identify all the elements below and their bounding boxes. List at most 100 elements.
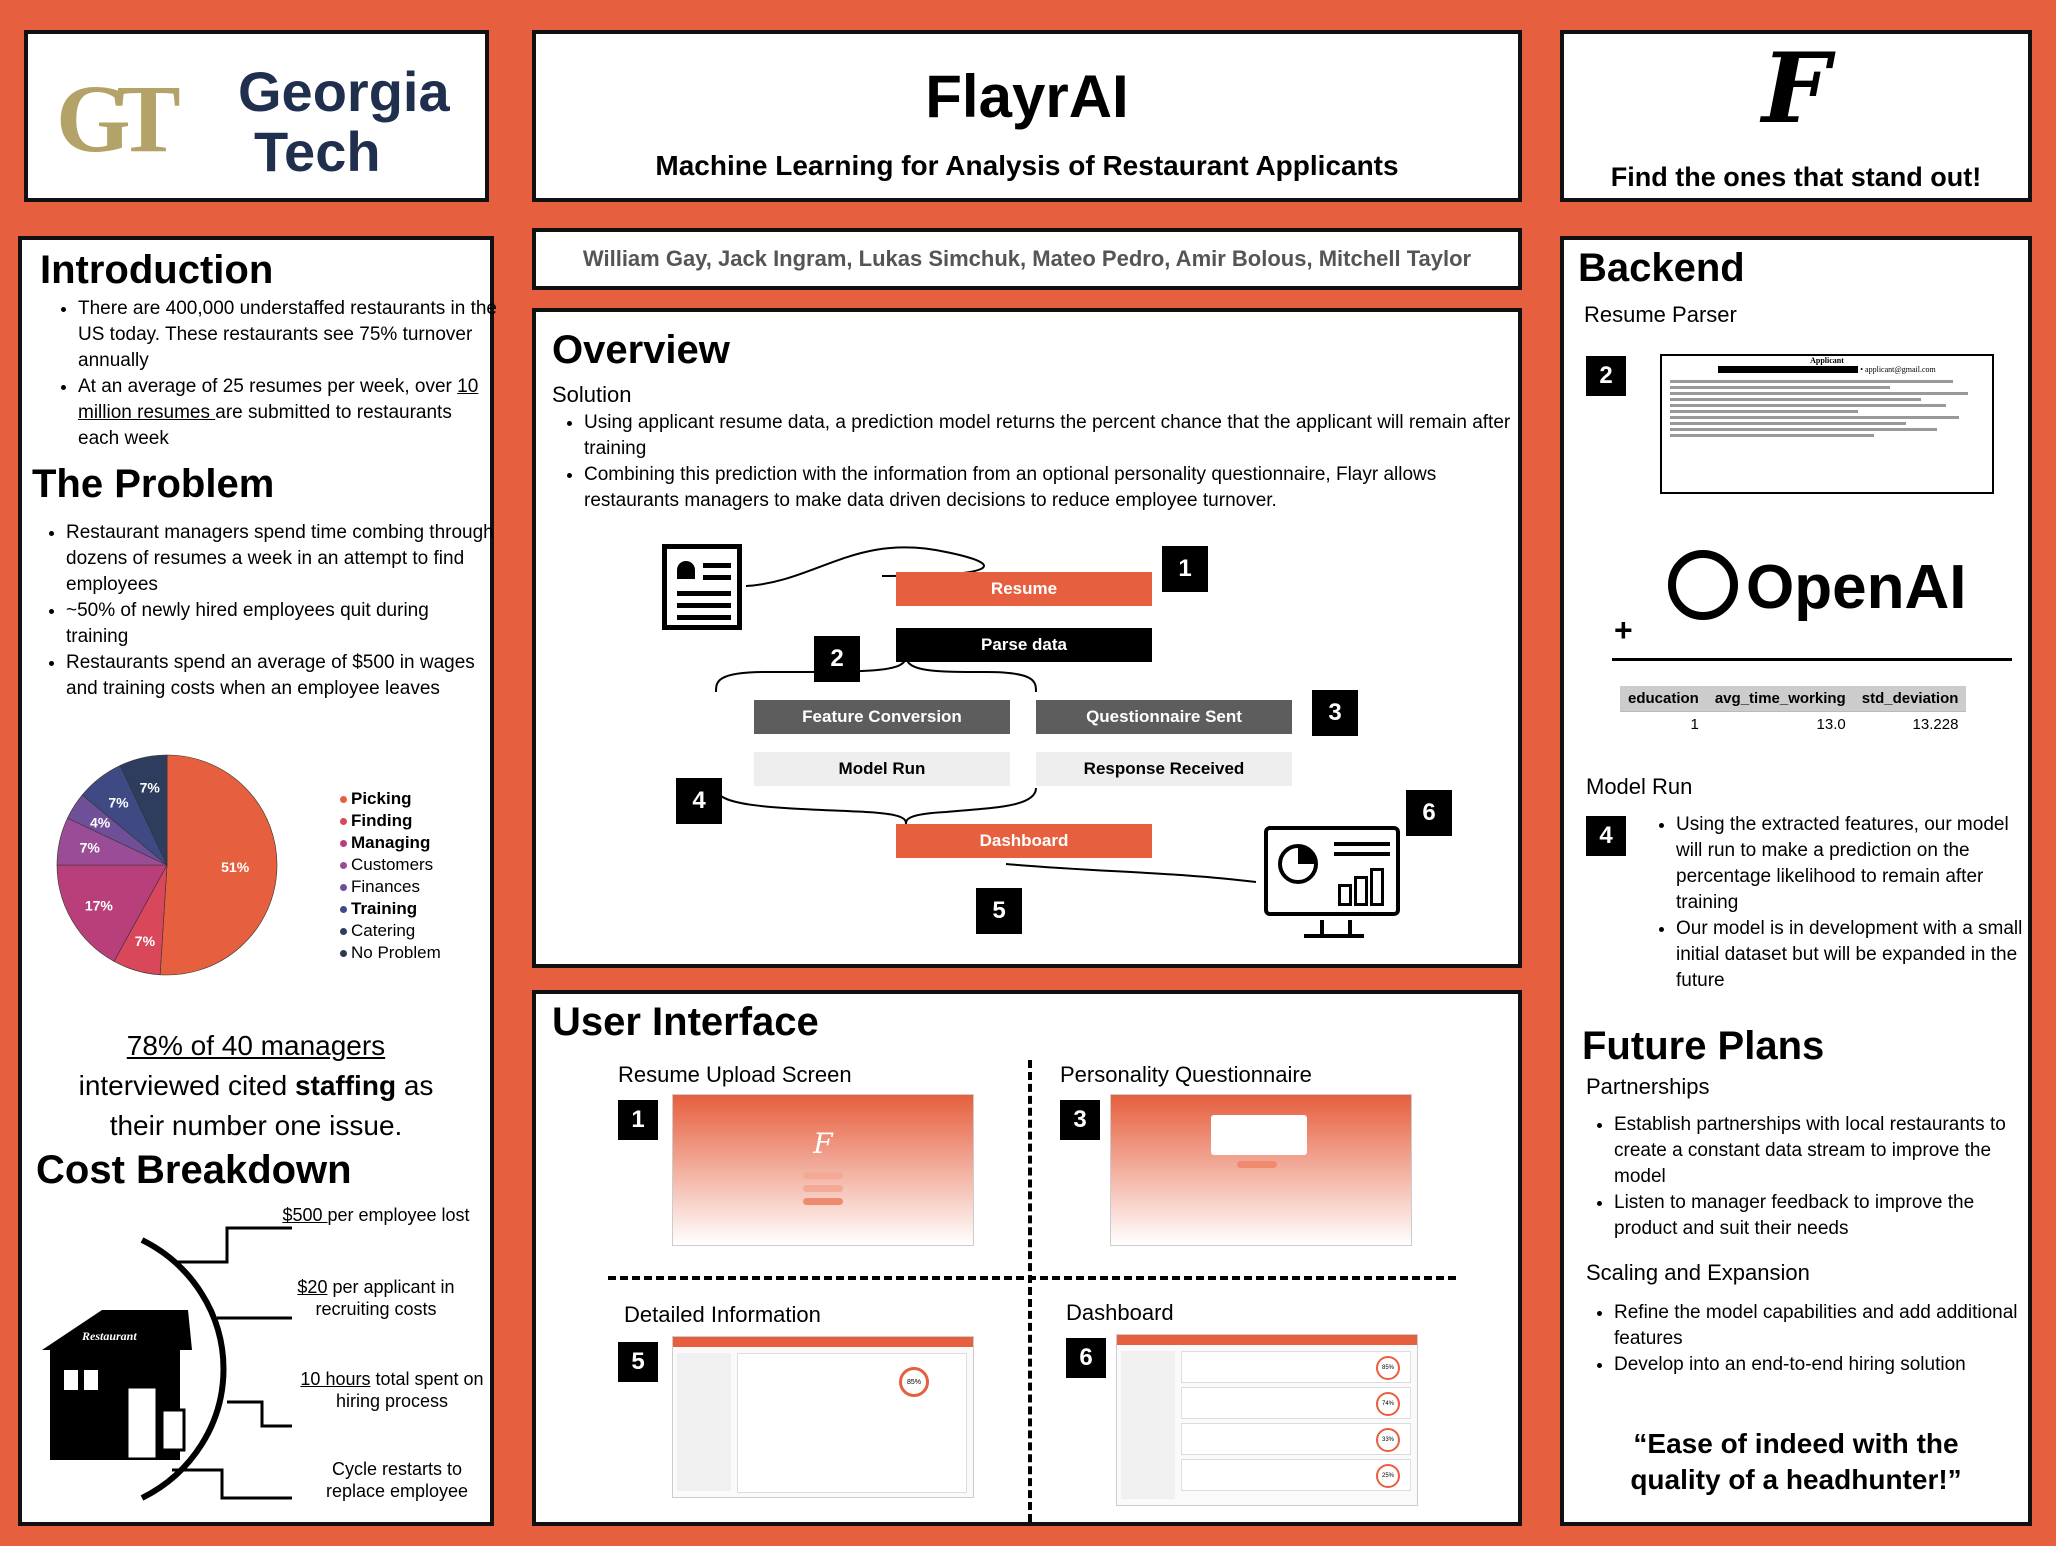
openai-logo-icon (1668, 550, 1738, 620)
list-item: There are 400,000 understaffed restauran… (78, 296, 498, 374)
legend-dot-icon (340, 928, 347, 936)
page-subtitle: Machine Learning for Analysis of Restaur… (655, 150, 1399, 181)
ui-label-5: Detailed Information (624, 1302, 821, 1327)
step-badge-5: 5 (976, 888, 1022, 934)
legend-label: Managing (351, 833, 431, 852)
partnerships-label: Partnerships (1586, 1074, 1710, 1099)
list-item: At an average of 25 resumes per week, ov… (78, 374, 498, 452)
flow-dashboard: Dashboard (896, 824, 1152, 858)
pie-slice-picking (159, 754, 278, 976)
cost-item-1: $500 per employee lost (282, 1205, 470, 1225)
manager-stat: 78% of 40 managers interviewed cited sta… (78, 1030, 434, 1141)
title-panel: FlayrAI Machine Learning for Analysis of… (532, 30, 1522, 202)
restaurant-icon: Restaurant (42, 1310, 192, 1460)
score-ring: 74% (1376, 1392, 1400, 1416)
step-badge-3: 3 (1312, 690, 1358, 736)
logo-panel: GT Georgia Tech (24, 30, 489, 202)
backend-badge-2: 2 (1586, 356, 1626, 396)
intro-list: There are 400,000 understaffed restauran… (46, 296, 498, 452)
legend-item: Picking (340, 788, 441, 810)
model-run-list: Using the extracted features, our model … (1644, 812, 2036, 994)
legend-dot-icon (340, 884, 347, 892)
flow-parse: Parse data (896, 628, 1152, 662)
legend-label: Finances (351, 877, 420, 896)
detailed-info-screenshot: 85% (672, 1336, 974, 1498)
plus-sign: + (1614, 612, 1633, 648)
step-badge-6: 6 (1406, 790, 1452, 836)
gt-logo-icon: GT (56, 65, 181, 172)
list-item: Our model is in development with a small… (1676, 916, 2036, 994)
openai-text: OpenAI (1746, 553, 1967, 622)
authors-panel: William Gay, Jack Ingram, Lukas Simchuk,… (532, 228, 1522, 290)
list-item: Refine the model capabilities and add ad… (1614, 1300, 2044, 1352)
step-badge-4: 4 (676, 778, 722, 824)
score-ring: 33% (1376, 1428, 1400, 1452)
divider (608, 1276, 1456, 1280)
ui-label-3: Personality Questionnaire (1060, 1062, 1312, 1087)
list-item: ~50% of newly hired employees quit durin… (66, 598, 496, 650)
flow-response: Response Received (1036, 752, 1292, 786)
backend-badge-4: 4 (1586, 816, 1626, 856)
right-panel: Backend Resume Parser 2 Applicant • appl… (1560, 236, 2032, 1526)
flow-feature: Feature Conversion (754, 700, 1010, 734)
features-table: education avg_time_working std_deviation 1… (1620, 686, 1967, 737)
page-title: FlayrAI (925, 63, 1129, 130)
partnerships-list: Establish partnerships with local restau… (1582, 1112, 2034, 1242)
brand-panel: F Find the ones that stand out! (1560, 30, 2032, 202)
legend-item: Customers (340, 854, 441, 876)
legend-label: No Problem (351, 943, 441, 962)
ui-badge-6: 6 (1066, 1338, 1106, 1378)
flayr-logo-icon: F (1761, 32, 1831, 145)
list-item: Restaurant managers spend time combing t… (66, 520, 496, 598)
ui-label-1: Resume Upload Screen (618, 1062, 852, 1087)
step-badge-2: 2 (814, 636, 860, 682)
parser-label: Resume Parser (1584, 302, 1737, 327)
problem-list: Restaurant managers spend time combing t… (34, 520, 496, 702)
list-item: Establish partnerships with local restau… (1614, 1112, 2034, 1190)
list-item: Restaurants spend an average of $500 in … (66, 650, 496, 702)
legend-label: Customers (351, 855, 434, 874)
ui-badge-5: 5 (618, 1342, 658, 1382)
resume-document-icon (662, 544, 742, 630)
problem-pie-chart: 51% 7% 17% 7% 4% 7% 7% (56, 754, 278, 976)
legend-item: Training (340, 898, 441, 920)
legend-label: Catering (351, 921, 416, 940)
quote: “Ease of indeed with the quality of a he… (1630, 1428, 1962, 1495)
authors: William Gay, Jack Ingram, Lukas Simchuk,… (582, 246, 1472, 271)
legend-label: Picking (351, 789, 412, 808)
legend-item: No Problem (340, 942, 441, 964)
tagline: Find the ones that stand out! (1610, 162, 1982, 192)
legend-dot-icon (340, 950, 347, 958)
legend-label: Finding (351, 811, 413, 830)
score-ring: 85% (899, 1367, 929, 1397)
divider (1028, 1060, 1032, 1522)
left-panel: Introduction There are 400,000 understaf… (18, 236, 497, 1526)
list-item: Using the extracted features, our model … (1676, 812, 2036, 916)
questionnaire-screenshot (1110, 1094, 1412, 1246)
pie-label: 7% (80, 840, 101, 856)
scaling-list: Refine the model capabilities and add ad… (1582, 1300, 2044, 1378)
parsed-resume: Applicant • applicant@gmail.com (1660, 354, 1994, 494)
legend-item: Finding (340, 810, 441, 832)
score-ring: 85% (1376, 1356, 1400, 1380)
dashboard-screenshot: 85% 74% 33% 25% (1116, 1334, 1418, 1506)
cost-item-2: $20 per applicant in recruiting costs (297, 1277, 455, 1319)
legend-dot-icon (340, 796, 347, 804)
ui-label-6: Dashboard (1066, 1300, 1174, 1325)
model-run-label: Model Run (1586, 774, 1693, 799)
future-title: Future Plans (1582, 1024, 1825, 1068)
cost-item-3: 10 hours total spent on hiring process (300, 1369, 484, 1411)
pie-legend: Picking Finding Managing Customers Finances T… (340, 788, 441, 964)
legend-label: Training (351, 899, 418, 918)
flow-model: Model Run (754, 752, 1010, 786)
logo-name: Georgia Tech (238, 60, 450, 183)
svg-text:Restaurant: Restaurant (81, 1329, 137, 1343)
legend-dot-icon (340, 818, 347, 826)
score-ring: 25% (1376, 1464, 1400, 1488)
divider (1612, 658, 2012, 661)
cost-item-4: Cycle restarts to replace employee (325, 1459, 469, 1501)
legend-item: Finances (340, 876, 441, 898)
legend-dot-icon (340, 906, 347, 914)
cost-title: Cost Breakdown (36, 1148, 352, 1192)
list-item: Develop into an end-to-end hiring soluti… (1614, 1352, 2044, 1378)
